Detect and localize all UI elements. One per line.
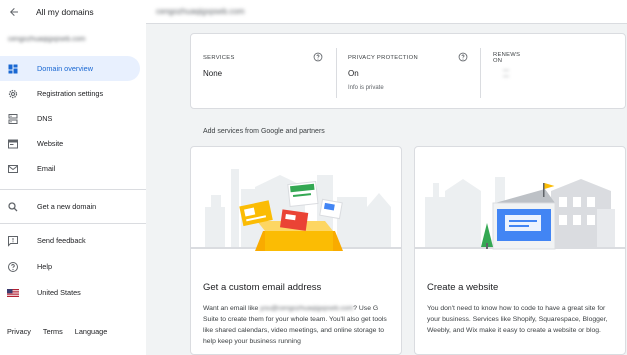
sidebar-item-label: DNS	[37, 114, 53, 123]
gear-icon	[7, 88, 19, 100]
section-title: Add services from Google and partners	[203, 128, 325, 135]
account-domain: cengozhuaqigxpseb.com	[8, 36, 86, 43]
get-new-domain-label: Get a new domain	[37, 202, 97, 211]
help-link[interactable]: Help	[0, 254, 140, 279]
all-domains-link[interactable]: All my domains	[36, 7, 94, 17]
services-help-icon[interactable]	[313, 52, 323, 62]
privacy-subtext: Info is private	[348, 85, 384, 91]
services-value: None	[203, 69, 223, 78]
renews-heading: RENEWS ON	[493, 52, 521, 64]
sidebar-divider	[0, 223, 146, 224]
column-divider	[480, 48, 481, 98]
card-title: Create a website	[427, 282, 499, 293]
us-flag-icon	[7, 287, 19, 299]
country-label: United States	[37, 288, 81, 297]
website-icon	[7, 138, 19, 150]
back-bar: All my domains	[0, 0, 146, 24]
email-illustration	[191, 169, 401, 251]
sidebar-item-email[interactable]: Email	[0, 156, 140, 181]
email-icon	[7, 163, 19, 175]
sidebar-item-registration-settings[interactable]: Registration settings	[0, 81, 140, 106]
feedback-icon	[7, 235, 19, 247]
sidebar-item-domain-overview[interactable]: Domain overview	[0, 56, 140, 81]
domain-summary-card: SERVICES None PRIVACY PROTECTION On Info…	[190, 33, 626, 109]
dns-icon	[7, 113, 19, 125]
privacy-help-icon[interactable]	[458, 52, 468, 62]
footer-links: Privacy Terms Language	[7, 327, 107, 336]
create-website-card[interactable]: Create a website You don't need to know …	[414, 146, 626, 355]
sidebar-item-website[interactable]: Website	[0, 131, 140, 156]
sidebar: All my domains cengozhuaqigxpseb.com Dom…	[0, 0, 146, 355]
privacy-heading: PRIVACY PROTECTION	[348, 55, 418, 61]
send-feedback-label: Send feedback	[37, 236, 86, 245]
sidebar-item-label: Registration settings	[37, 89, 104, 98]
language-link[interactable]: Language	[75, 327, 107, 336]
help-icon	[7, 261, 19, 273]
sidebar-item-label: Email	[37, 164, 56, 173]
sidebar-divider	[0, 189, 146, 190]
search-icon	[7, 201, 19, 213]
top-bar: cengozhuaqigxpseb.com	[146, 0, 627, 24]
sidebar-item-label: Domain overview	[37, 64, 93, 73]
sidebar-nav: Domain overview Registration settings DN…	[0, 56, 146, 181]
get-new-domain-link[interactable]: Get a new domain	[0, 194, 140, 219]
domain-title: cengozhuaqigxpseb.com	[156, 7, 245, 16]
terms-link[interactable]: Terms	[43, 327, 63, 336]
country-selector[interactable]: United States	[0, 280, 140, 305]
sidebar-item-dns[interactable]: DNS	[0, 106, 140, 131]
card-description: You don't need to know how to code to ha…	[427, 305, 608, 334]
card-description: Want an email like you@cengozhuaqigxpseb…	[203, 305, 387, 345]
sidebar-item-label: Website	[37, 139, 64, 148]
help-label: Help	[37, 262, 53, 271]
dashboard-icon	[7, 63, 19, 75]
renews-value: — —	[503, 68, 509, 80]
privacy-link[interactable]: Privacy	[7, 327, 31, 336]
back-arrow-icon[interactable]	[0, 0, 28, 24]
card-title: Get a custom email address	[203, 282, 322, 293]
send-feedback-link[interactable]: Send feedback	[0, 228, 140, 253]
privacy-value: On	[348, 69, 359, 78]
services-heading: SERVICES	[203, 55, 235, 61]
custom-email-card[interactable]: Get a custom email address Want an email…	[190, 146, 402, 355]
website-illustration	[415, 177, 625, 250]
column-divider	[336, 48, 337, 98]
